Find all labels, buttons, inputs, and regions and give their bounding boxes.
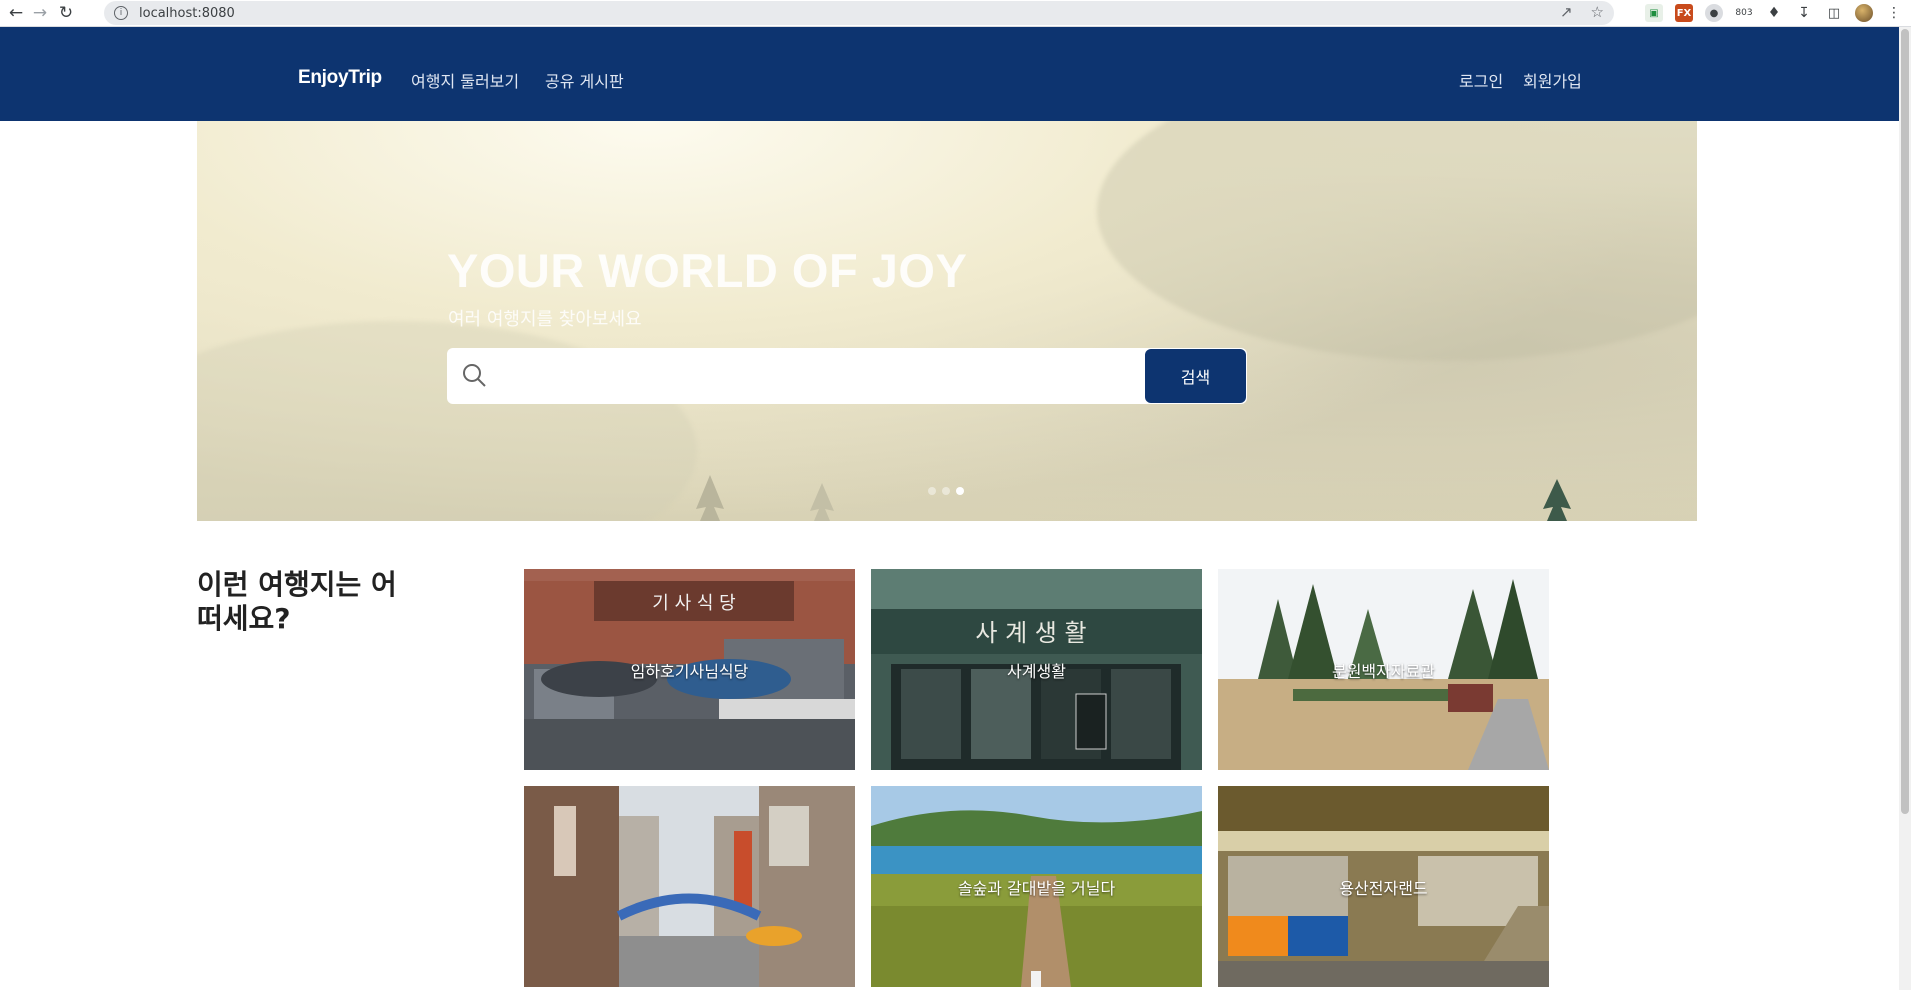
search-button[interactable]: 검색 xyxy=(1145,349,1246,403)
nav-explore[interactable]: 여행지 둘러보기 xyxy=(411,68,519,92)
svg-text:사 계 생 활: 사 계 생 활 xyxy=(975,619,1086,647)
search-input[interactable] xyxy=(497,358,1137,394)
side-panel-icon[interactable]: ◫ xyxy=(1825,4,1843,22)
place-card[interactable]: 사 계 생 활 사계생활 xyxy=(871,569,1202,770)
recommend-title: 이런 여행지는 어떠세요? xyxy=(197,568,397,635)
carousel-indicators xyxy=(928,487,964,495)
place-name: 분원백자자료관 xyxy=(1331,661,1436,681)
browser-toolbar: ← → ↻ i localhost:8080 ↗ ☆ ▣ FX ● 803 ♦ … xyxy=(0,0,1911,27)
place-name: 사계생활 xyxy=(1007,661,1066,681)
hero-carousel[interactable]: YOUR WORLD OF JOY 여러 여행지를 찾아보세요 검색 xyxy=(197,121,1697,521)
carousel-dot[interactable] xyxy=(928,487,936,495)
extension-icon-3[interactable]: ● xyxy=(1705,4,1723,22)
site-header: EnjoyTrip 여행지 둘러보기 공유 게시판 로그인 회원가입 xyxy=(0,27,1899,121)
place-card[interactable]: 분원백자자료관 xyxy=(1218,569,1549,770)
carousel-dot[interactable] xyxy=(942,487,950,495)
place-card[interactable]: 기 사 식 당 임하호기사님식당 xyxy=(524,569,855,770)
bookmark-star-icon[interactable]: ☆ xyxy=(1591,3,1604,21)
menu-kebab-icon[interactable]: ⋮ xyxy=(1885,4,1903,22)
hero-subtitle: 여러 여행지를 찾아보세요 xyxy=(448,309,642,330)
place-card[interactable]: 솔숲과 갈대밭을 거닐다 xyxy=(871,786,1202,987)
place-card[interactable] xyxy=(524,786,855,987)
search-box: 검색 xyxy=(447,348,1247,404)
tree-silhouette xyxy=(810,483,834,521)
share-icon[interactable]: ↗ xyxy=(1560,3,1573,21)
signup-link[interactable]: 회원가입 xyxy=(1523,68,1582,92)
tree-silhouette xyxy=(1543,479,1571,521)
brand-logo[interactable]: EnjoyTrip xyxy=(298,67,382,89)
place-name: 용산전자랜드 xyxy=(1339,878,1428,898)
forward-icon[interactable]: → xyxy=(27,0,53,26)
reload-icon[interactable]: ↻ xyxy=(53,0,79,26)
back-icon[interactable]: ← xyxy=(3,0,29,26)
extension-icon-1[interactable]: ▣ xyxy=(1645,4,1663,22)
place-name: 임하호기사님식당 xyxy=(630,661,749,681)
tree-silhouette xyxy=(696,475,724,521)
svg-text:기 사 식 당: 기 사 식 당 xyxy=(652,593,735,614)
url-text: localhost:8080 xyxy=(139,5,235,21)
search-icon xyxy=(463,364,486,387)
place-name: 솔숲과 갈대밭을 거닐다 xyxy=(957,878,1116,898)
extension-icon-4[interactable]: 803 xyxy=(1735,4,1753,22)
place-photo xyxy=(524,786,855,987)
address-bar[interactable]: i localhost:8080 ↗ ☆ xyxy=(104,1,1614,25)
carousel-dot-active[interactable] xyxy=(956,487,964,495)
extension-icon-2[interactable]: FX xyxy=(1675,4,1693,22)
download-icon[interactable]: ↧ xyxy=(1795,4,1813,22)
hero-title: YOUR WORLD OF JOY xyxy=(447,244,968,297)
place-card[interactable]: 용산전자랜드 xyxy=(1218,786,1549,987)
fog-decoration xyxy=(1097,121,1697,361)
scroll-thumb[interactable] xyxy=(1901,29,1909,814)
login-link[interactable]: 로그인 xyxy=(1459,68,1503,92)
avatar[interactable] xyxy=(1855,4,1873,22)
puzzle-icon[interactable]: ♦ xyxy=(1765,4,1783,22)
site-info-icon[interactable]: i xyxy=(114,6,128,20)
nav-board[interactable]: 공유 게시판 xyxy=(545,68,624,92)
